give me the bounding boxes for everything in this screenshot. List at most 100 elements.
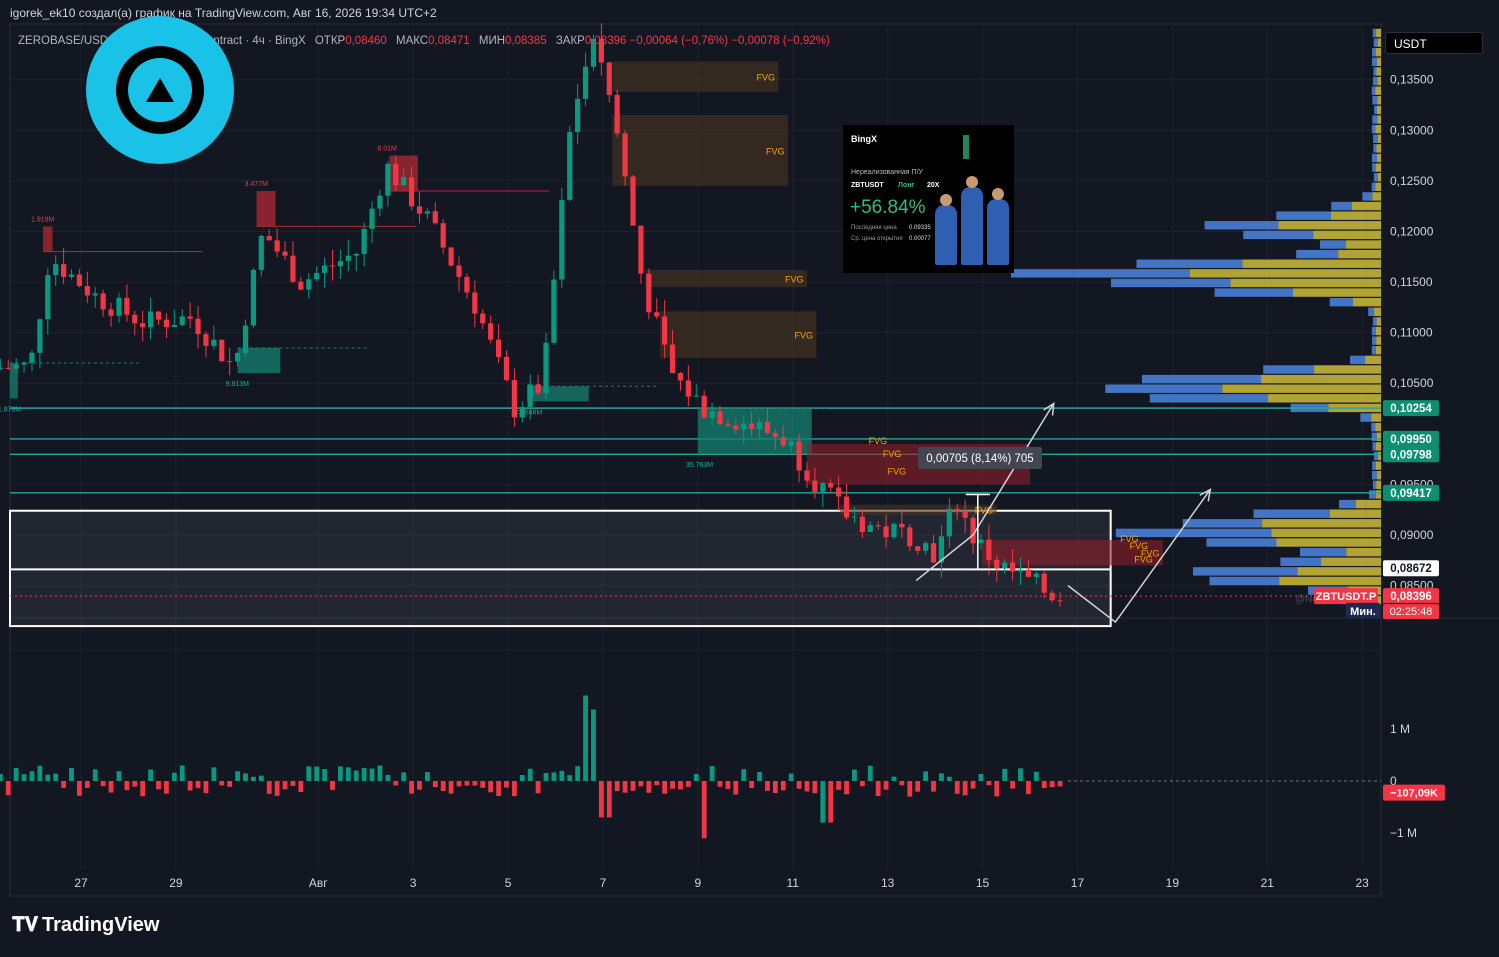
volume-profile-bar-buy [1319, 240, 1346, 249]
volume-profile-bar-buy [1362, 192, 1373, 201]
volume-bar [100, 781, 106, 787]
volume-profile-bar-buy [1141, 374, 1262, 384]
volume-profile-bar-buy [1372, 115, 1378, 124]
volume-profile-bar-buy [1371, 432, 1377, 441]
volume-bar [978, 773, 984, 781]
candle-body [575, 98, 581, 133]
volume-bar [369, 768, 375, 781]
candle-body [116, 297, 122, 316]
chart[interactable]: 0,13500 0,13000 0,12500 0,12000 0,11500 0,110… [0, 0, 1499, 957]
close-label: ЗАКР [555, 35, 585, 47]
candle-body [859, 516, 865, 532]
candle-body [899, 523, 905, 528]
currency-unit-selector[interactable]: USDT [1385, 32, 1483, 54]
volume-bar [21, 774, 27, 781]
volume-bar [559, 770, 565, 781]
volume-bar [867, 765, 873, 781]
candle-body [5, 367, 11, 369]
candle-body [495, 339, 502, 357]
order-block [256, 190, 276, 227]
volume-bar [227, 781, 233, 787]
high-value: 0,08471 [428, 35, 470, 47]
volume-bar [749, 781, 755, 789]
candle-body [361, 228, 367, 254]
candle-body [717, 411, 723, 425]
watermark-text: TradingView [42, 914, 160, 936]
volume-bar [638, 781, 644, 787]
volume-bar [678, 781, 683, 790]
low-value: 0,08385 [505, 35, 547, 47]
candle-body [638, 225, 644, 274]
order-block-volume-label: 23.668M [515, 409, 542, 416]
price-tick-label: 0,11000 [1390, 326, 1433, 340]
candle-body [646, 273, 652, 313]
volume-bar [788, 773, 794, 781]
order-block-volume-label: 9.813M [226, 381, 250, 388]
open-value: 0,08460 [345, 35, 387, 47]
candle-body [606, 62, 612, 95]
volume-bar [251, 776, 256, 781]
volume-profile-bar-buy [1373, 38, 1378, 47]
candle-body [171, 324, 177, 328]
candle-body [211, 339, 217, 346]
min-badge-text: Мин. [1350, 606, 1376, 618]
volume-profile-bar-sell [1262, 519, 1381, 528]
candle-body [424, 211, 430, 214]
fvg-zone [612, 115, 789, 186]
volume-profile-bar-sell [1351, 201, 1381, 211]
volume-bar [780, 781, 786, 791]
promo-pair: ZBTUSDT [851, 182, 884, 189]
candle-body [1057, 600, 1063, 602]
candle-body [567, 132, 573, 200]
candle-body [669, 344, 676, 374]
candle-body [662, 316, 668, 345]
candle-body [21, 362, 27, 365]
volume-profile-bar-buy [1372, 480, 1377, 490]
candle-body [582, 66, 589, 99]
volume-bar [330, 781, 335, 790]
volume-bar [140, 781, 146, 797]
volume-bar [852, 769, 857, 781]
volume-profile-bar-buy [1368, 307, 1375, 317]
volume-profile-bar-sell [1278, 221, 1381, 230]
volume-badge-text: −107,09K [1390, 788, 1438, 800]
fvg-label: FVG [794, 331, 813, 341]
volume-profile-bar-sell [1376, 28, 1381, 38]
volume-profile-bar-buy [1204, 221, 1279, 230]
change-value: −0,00064 (−0,76%) [629, 35, 729, 47]
volume-profile-bar-buy [1372, 48, 1376, 57]
volume-bar [345, 767, 351, 781]
time-tick-label: 19 [1166, 876, 1180, 890]
fvg-label: FVG [757, 73, 776, 83]
volume-bar [322, 769, 327, 781]
triangle-icon [146, 78, 174, 102]
candle-body [393, 163, 399, 186]
candle-body [0, 367, 3, 369]
candle-body [187, 316, 193, 319]
promo-last-label: Последняя цена [851, 225, 897, 231]
candle-body [76, 274, 83, 286]
candle-body [266, 236, 272, 241]
change-value-2: −0,00078 (−0,92%) [731, 35, 830, 47]
volume-profile-bar-sell [1377, 134, 1381, 143]
volume-bar [931, 781, 936, 792]
volume-bar [480, 781, 486, 788]
volume-profile-bar-buy [1373, 173, 1378, 182]
candle-body [53, 264, 59, 276]
volume-bar [424, 772, 430, 781]
volume-profile-bar-sell [1338, 249, 1381, 259]
high-label: МАКС [395, 35, 429, 47]
volume-bar [875, 781, 881, 797]
candle-body [448, 247, 454, 266]
candle-body [772, 432, 778, 438]
price-tick-label: 0,11500 [1390, 275, 1433, 289]
volume-profile-bar-sell [1230, 278, 1381, 288]
volume-profile-bar-buy [1296, 249, 1339, 259]
volume-bar [156, 781, 161, 790]
volume-bar [701, 781, 707, 839]
candle-body [155, 311, 162, 320]
candle-body [693, 395, 699, 397]
candle-body [416, 206, 423, 214]
promo-brand: BingX [851, 134, 877, 144]
volume-bar [970, 781, 976, 789]
